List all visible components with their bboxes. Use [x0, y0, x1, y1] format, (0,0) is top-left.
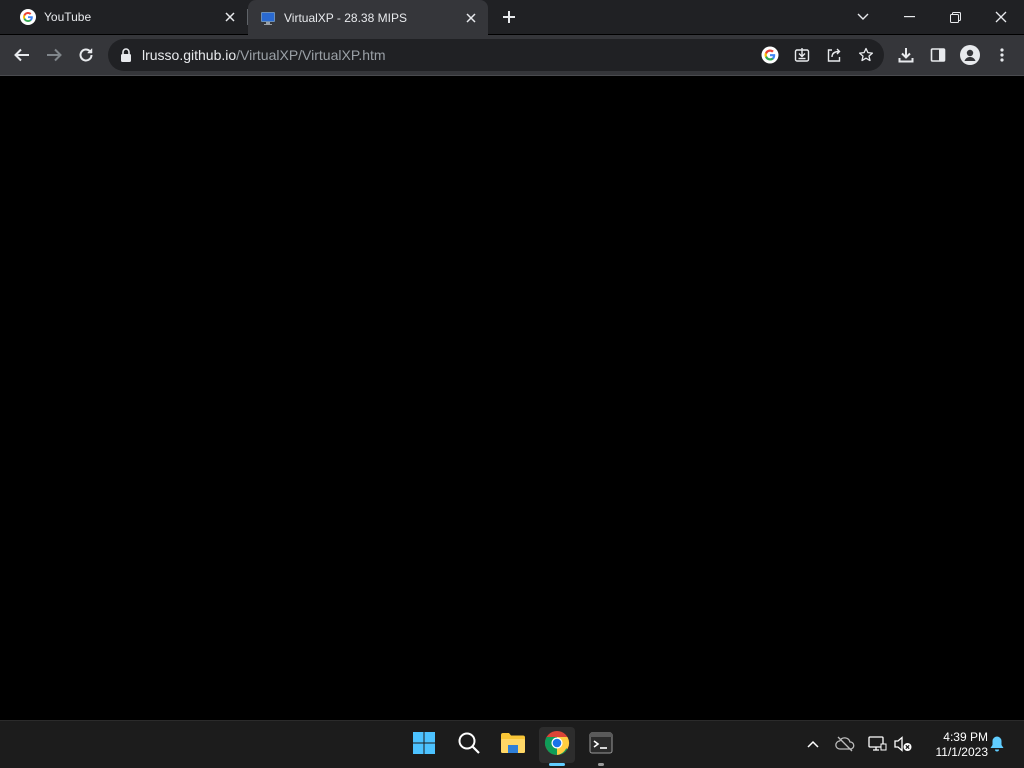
back-button[interactable] — [10, 43, 34, 67]
start-button[interactable] — [406, 727, 442, 763]
taskbar: 4:39 PM 11/1/2023 — [0, 720, 1024, 768]
page-content-canvas[interactable] — [0, 77, 1024, 720]
notifications-bell-icon[interactable] — [986, 733, 1008, 755]
tab-strip: YouTube VirtualXP - 28.38 MIPS — [0, 0, 1024, 35]
downloads-icon[interactable] — [894, 43, 918, 67]
new-tab-button[interactable] — [499, 7, 519, 27]
running-app-indicator — [598, 763, 604, 766]
onedrive-offline-icon[interactable] — [834, 733, 856, 755]
windows-start-icon — [412, 731, 436, 760]
active-app-indicator — [549, 763, 565, 766]
tab-close-icon[interactable] — [222, 9, 238, 25]
tab-title: VirtualXP - 28.38 MIPS — [284, 10, 407, 25]
network-icon[interactable] — [866, 733, 888, 755]
clock[interactable]: 4:39 PM 11/1/2023 — [918, 730, 989, 760]
clock-time: 4:39 PM — [943, 730, 988, 744]
tab-search-button[interactable] — [840, 0, 886, 34]
forward-button[interactable] — [42, 43, 66, 67]
tab-title: YouTube — [44, 10, 92, 24]
tab-youtube[interactable]: YouTube — [0, 0, 247, 34]
share-icon[interactable] — [824, 45, 844, 65]
address-bar[interactable]: lrusso.github.io/VirtualXP/VirtualXP.htm — [108, 39, 884, 71]
show-hidden-icons-button[interactable] — [802, 733, 824, 755]
tab-close-icon[interactable] — [463, 10, 479, 26]
chrome-taskbar-button[interactable] — [539, 727, 575, 766]
reload-button[interactable] — [74, 43, 98, 67]
file-explorer-icon — [500, 732, 526, 759]
install-app-icon[interactable] — [792, 45, 812, 65]
volume-muted-icon[interactable] — [892, 733, 914, 755]
google-lens-icon[interactable] — [760, 45, 780, 65]
bookmark-star-icon[interactable] — [856, 45, 876, 65]
side-panel-icon[interactable] — [926, 43, 950, 67]
lock-icon[interactable] — [120, 48, 132, 62]
url-path: /VirtualXP/VirtualXP.htm — [236, 47, 386, 63]
file-explorer-button[interactable] — [495, 727, 531, 763]
url-host: lrusso.github.io — [142, 47, 237, 63]
search-icon — [457, 731, 481, 760]
more-menu-icon[interactable] — [990, 43, 1014, 67]
tab-virtualxp[interactable]: VirtualXP - 28.38 MIPS — [248, 0, 488, 35]
close-window-button[interactable] — [978, 0, 1024, 34]
taskbar-search-button[interactable] — [451, 727, 487, 763]
chrome-icon — [544, 730, 570, 761]
restore-button[interactable] — [932, 0, 978, 34]
profile-avatar-icon[interactable] — [958, 43, 982, 67]
clock-date: 11/1/2023 — [935, 745, 989, 759]
browser-toolbar: lrusso.github.io/VirtualXP/VirtualXP.htm — [0, 35, 1024, 76]
monitor-favicon-icon — [260, 10, 276, 26]
terminal-taskbar-button[interactable] — [583, 727, 619, 766]
terminal-icon — [589, 732, 613, 759]
url-text[interactable]: lrusso.github.io/VirtualXP/VirtualXP.htm — [142, 47, 386, 63]
google-icon — [20, 9, 36, 25]
minimize-button[interactable] — [886, 0, 932, 34]
